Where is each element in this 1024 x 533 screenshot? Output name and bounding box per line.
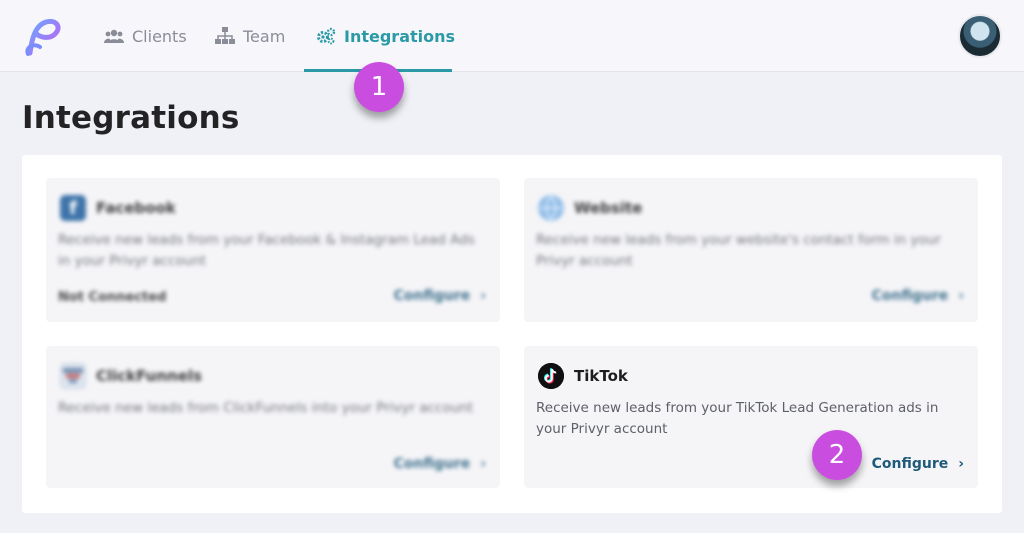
chevron-right-icon: › <box>480 456 486 472</box>
tab-team[interactable]: Team <box>215 0 285 72</box>
integration-card-facebook: f Facebook Receive new leads from your F… <box>46 178 500 322</box>
configure-link-tiktok[interactable]: Configure › <box>872 456 964 472</box>
step-marker-1: 1 <box>354 62 404 112</box>
step-marker-2: 2 <box>812 430 862 480</box>
page-title: Integrations <box>22 100 240 136</box>
configure-label: Configure <box>871 456 949 472</box>
integration-card-clickfunnels: ClickFunnels Receive new leads from Clic… <box>46 346 500 488</box>
configure-label: Configure <box>393 288 471 304</box>
chevron-right-icon: › <box>958 456 964 472</box>
card-description: Receive new leads from your TikTok Lead … <box>536 400 939 437</box>
integration-card-website: Website Receive new leads from your webs… <box>524 178 978 322</box>
card-description: Receive new leads from your Facebook & I… <box>58 232 475 269</box>
user-avatar[interactable] <box>958 14 1002 58</box>
facebook-icon: f <box>60 195 86 221</box>
card-title: Website <box>574 199 643 217</box>
top-navigation-bar: Clients Team Integrations <box>0 0 1024 72</box>
configure-label: Configure <box>393 456 471 472</box>
users-icon <box>104 26 124 46</box>
chevron-right-icon: › <box>480 288 486 304</box>
tab-clients-label: Clients <box>132 26 187 46</box>
card-header: ClickFunnels <box>60 362 202 390</box>
configure-link-facebook[interactable]: Configure › <box>394 288 486 304</box>
card-title: TikTok <box>574 367 628 385</box>
card-header: TikTok <box>538 362 628 390</box>
connection-status: Not Connected <box>58 290 167 305</box>
org-chart-icon <box>215 26 235 46</box>
tiktok-icon <box>538 363 564 389</box>
card-description: Receive new leads from ClickFunnels into… <box>58 400 474 416</box>
tab-team-label: Team <box>243 26 286 46</box>
clickfunnels-icon <box>60 363 86 389</box>
configure-link-clickfunnels[interactable]: Configure › <box>394 456 486 472</box>
card-header: Website <box>538 194 642 222</box>
chevron-right-icon: › <box>958 288 964 304</box>
card-title: ClickFunnels <box>96 367 202 385</box>
card-header: f Facebook <box>60 194 176 222</box>
privyr-logo[interactable] <box>22 17 64 57</box>
configure-label: Configure <box>871 288 949 304</box>
tab-integrations-label: Integrations <box>344 26 456 46</box>
tab-clients[interactable]: Clients <box>104 0 187 72</box>
integration-card-tiktok: TikTok Receive new leads from your TikTo… <box>524 346 978 488</box>
card-description: Receive new leads from your website's co… <box>536 232 941 269</box>
card-title: Facebook <box>96 199 176 217</box>
gears-icon <box>316 26 336 46</box>
globe-icon <box>538 195 564 221</box>
configure-link-website[interactable]: Configure › <box>872 288 964 304</box>
